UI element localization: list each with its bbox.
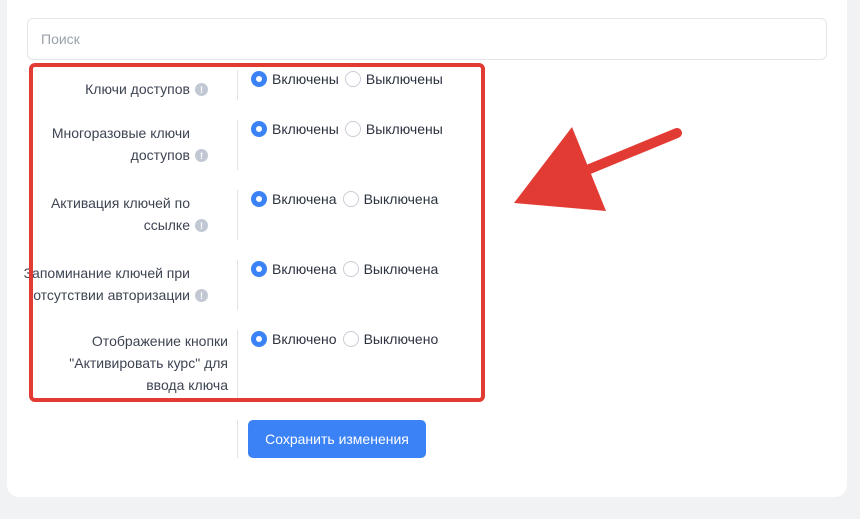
radio-option-enabled[interactable]: Включены [251, 71, 339, 87]
setting-row-activate-button: Отображение кнопки "Активировать курс" д… [0, 330, 860, 398]
option-label: Включена [272, 191, 337, 207]
radio-option-enabled[interactable]: Включена [251, 191, 337, 207]
radio-unchecked-icon[interactable] [344, 121, 361, 137]
info-icon[interactable]: ! [195, 83, 208, 96]
save-changes-button[interactable]: Сохранить изменения [248, 420, 426, 458]
option-label: Выключено [363, 331, 439, 347]
divider [237, 120, 238, 170]
red-arrow-icon [514, 127, 682, 211]
option-label: Включены [272, 71, 339, 87]
label-line: Активация ключей по [50, 195, 190, 211]
label-line: Ключи доступов [85, 81, 190, 97]
divider [237, 70, 238, 100]
divider [237, 260, 238, 310]
setting-row-reusable-keys: Многоразовые ключи доступов ! Включены В… [0, 120, 860, 170]
info-icon[interactable]: ! [195, 289, 208, 302]
option-label: Включено [272, 331, 337, 347]
setting-label: Запоминание ключей при отсутствии автори… [24, 262, 190, 306]
option-label: Включены [272, 121, 339, 137]
label-line: Отображение кнопки [91, 333, 228, 349]
label-line: "Активировать курс" для [69, 355, 228, 371]
setting-label: Многоразовые ключи доступов [52, 122, 190, 166]
radio-unchecked-icon[interactable] [342, 191, 359, 207]
setting-label: Отображение кнопки "Активировать курс" д… [69, 330, 228, 396]
option-label: Выключены [365, 71, 443, 87]
info-icon[interactable]: ! [195, 219, 208, 232]
radio-option-disabled[interactable]: Выключены [344, 71, 443, 87]
radio-option-enabled[interactable]: Включена [251, 261, 337, 277]
radio-checked-icon[interactable] [251, 261, 267, 277]
divider [237, 420, 238, 458]
radio-unchecked-icon[interactable] [342, 331, 359, 347]
label-line: Многоразовые ключи [51, 125, 190, 141]
setting-row-link-activation: Активация ключей по ссылке ! Включена Вы… [0, 190, 860, 240]
label-line: доступов [130, 147, 190, 163]
search-input[interactable] [28, 19, 826, 59]
radio-option-disabled[interactable]: Выключены [344, 121, 443, 137]
radio-unchecked-icon[interactable] [342, 261, 359, 277]
radio-option-disabled[interactable]: Выключено [342, 331, 439, 347]
label-line: ссылке [143, 217, 190, 233]
radio-option-disabled[interactable]: Выключена [342, 191, 439, 207]
setting-row-access-keys: Ключи доступов ! Включены Выключены [0, 70, 860, 100]
option-label: Выключена [363, 191, 439, 207]
option-label: Включена [272, 261, 337, 277]
radio-option-disabled[interactable]: Выключена [342, 261, 439, 277]
label-line: отсутствии авторизации [33, 287, 190, 303]
info-icon[interactable]: ! [195, 149, 208, 162]
setting-label: Активация ключей по ссылке [51, 192, 190, 236]
radio-checked-icon[interactable] [251, 71, 267, 87]
setting-label: Ключи доступов [85, 78, 190, 100]
search-field[interactable] [27, 18, 827, 60]
radio-option-enabled[interactable]: Включено [251, 331, 337, 347]
setting-row-remember-keys: Запоминание ключей при отсутствии автори… [0, 260, 860, 310]
divider [237, 190, 238, 240]
divider [237, 330, 238, 398]
label-line: Запоминание ключей при [23, 265, 190, 281]
radio-checked-icon[interactable] [251, 121, 267, 137]
radio-unchecked-icon[interactable] [344, 71, 361, 87]
radio-checked-icon[interactable] [251, 191, 267, 207]
label-line: ввода ключа [146, 377, 228, 393]
radio-option-enabled[interactable]: Включены [251, 121, 339, 137]
radio-checked-icon[interactable] [251, 331, 267, 347]
option-label: Выключена [363, 261, 439, 277]
option-label: Выключены [365, 121, 443, 137]
